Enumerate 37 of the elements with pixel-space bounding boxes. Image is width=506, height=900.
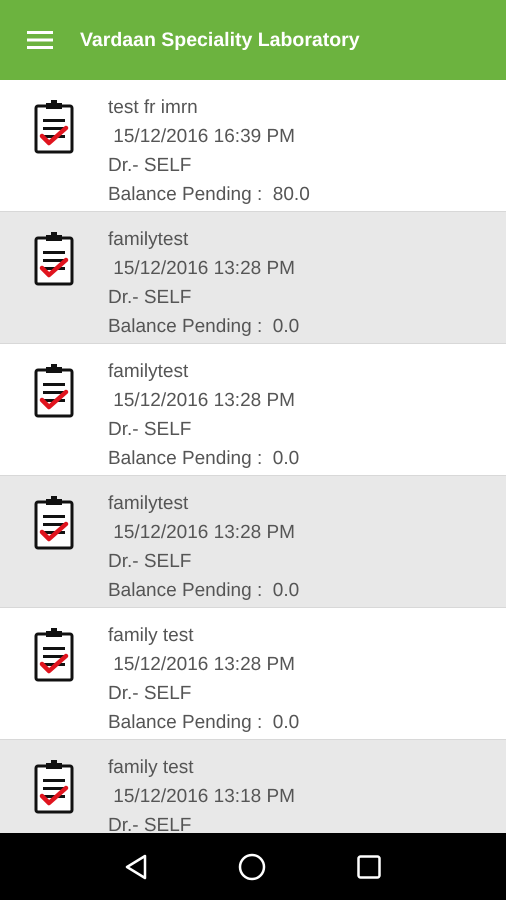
clipboard-check-icon xyxy=(34,364,74,418)
record-date: 15/12/2016 16:39 PM xyxy=(112,125,295,149)
record-row[interactable]: familytest 15/12/2016 13:28 PM Dr.- SELF Balance Pending : 0.0 xyxy=(0,212,506,344)
record-name: family test xyxy=(108,624,194,648)
doctor-name: Dr.- SELF xyxy=(108,814,192,833)
clipboard-check-icon xyxy=(34,232,74,286)
doctor-name: Dr.- SELF xyxy=(108,682,192,706)
record-name: familytest xyxy=(108,228,188,252)
record-date: 15/12/2016 13:28 PM xyxy=(112,521,295,545)
record-row[interactable]: family test 15/12/2016 13:18 PM Dr.- SELF xyxy=(0,740,506,833)
record-date: 15/12/2016 13:28 PM xyxy=(112,389,295,413)
doctor-name: Dr.- SELF xyxy=(108,286,192,310)
balance-text: Balance Pending : 0.0 xyxy=(108,579,300,603)
balance-text: Balance Pending : 0.0 xyxy=(108,447,300,471)
balance-text: Balance Pending : 80.0 xyxy=(108,183,310,207)
record-date: 15/12/2016 13:28 PM xyxy=(112,653,295,677)
record-name: familytest xyxy=(108,492,188,516)
menu-icon[interactable] xyxy=(27,31,53,49)
record-name: familytest xyxy=(108,360,188,384)
doctor-name: Dr.- SELF xyxy=(108,550,192,574)
record-name: family test xyxy=(108,756,194,780)
home-icon[interactable] xyxy=(238,852,266,880)
clipboard-check-icon xyxy=(34,760,74,814)
clipboard-check-icon xyxy=(34,100,74,154)
app-title: Vardaan Speciality Laboratory xyxy=(80,28,360,52)
record-row[interactable]: familytest 15/12/2016 13:28 PM Dr.- SELF Balance Pending : 0.0 xyxy=(0,476,506,608)
balance-text: Balance Pending : 0.0 xyxy=(108,711,300,735)
balance-text: Balance Pending : 0.0 xyxy=(108,315,300,339)
record-date: 15/12/2016 13:18 PM xyxy=(112,785,295,809)
clipboard-check-icon xyxy=(34,496,74,550)
doctor-name: Dr.- SELF xyxy=(108,154,192,178)
record-date: 15/12/2016 13:28 PM xyxy=(112,257,295,281)
recents-icon[interactable] xyxy=(356,854,381,878)
back-icon[interactable] xyxy=(125,854,148,880)
clipboard-check-icon xyxy=(34,628,74,682)
doctor-name: Dr.- SELF xyxy=(108,418,192,442)
record-name: test fr imrn xyxy=(108,96,198,120)
